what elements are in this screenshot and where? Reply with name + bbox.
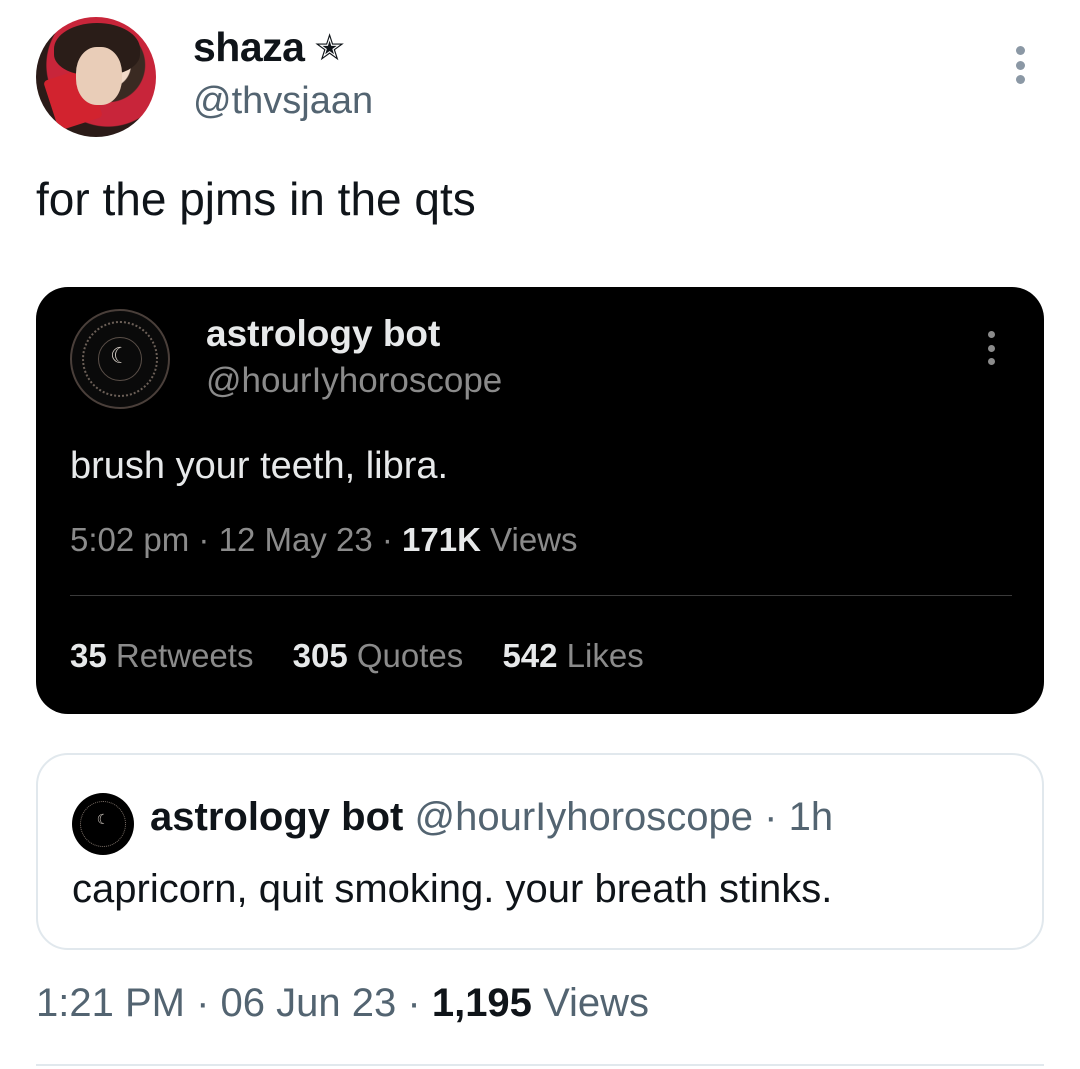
avatar-face-shape [76, 47, 122, 105]
bottom-divider [36, 1064, 1044, 1066]
media-stats: 35 Retweets 305 Quotes 542 Likes [70, 637, 674, 675]
quoted-author-handle: @hourIyhoroscope [414, 795, 754, 839]
star-icon: ✭ [314, 26, 345, 68]
tweet-media-image[interactable]: ☾ astrology bot @hourIyhoroscope brush y… [36, 287, 1044, 714]
media-tweet-text: brush your teeth, libra. [70, 445, 449, 487]
media-views-count: 171K [402, 521, 481, 558]
media-stat-quotes: 305 Quotes [292, 637, 464, 674]
quoted-avatar: ☾ [72, 793, 134, 855]
tweet-meta: 1:21 PM · 06 Jun 23 · 1,195 Views [36, 981, 650, 1025]
media-divider [70, 595, 1012, 596]
tweet-date[interactable]: 06 Jun 23 [221, 981, 397, 1025]
tweet-views-count[interactable]: 1,195 [432, 981, 532, 1025]
media-author-handle: @hourIyhoroscope [206, 361, 503, 400]
tweet-views-label[interactable]: Views [543, 981, 649, 1025]
author-avatar[interactable] [36, 17, 156, 137]
media-stat-likes: 542 Likes [502, 637, 644, 674]
quoted-header: astrology bot @hourIyhoroscope · 1h [150, 795, 834, 839]
media-author-name: astrology bot [206, 313, 441, 354]
media-views-label: Views [490, 521, 578, 558]
media-time: 5:02 pm [70, 521, 190, 558]
author-name-row: shaza ✭ [193, 24, 345, 71]
more-options-icon[interactable] [1014, 46, 1026, 84]
quoted-tweet-card[interactable]: ☾ astrology bot @hourIyhoroscope · 1h ca… [36, 753, 1044, 950]
moon-icon: ☾ [96, 812, 110, 828]
tweet-time[interactable]: 1:21 PM [36, 981, 185, 1025]
moon-icon: ☾ [110, 344, 130, 369]
media-tweet-meta: 5:02 pm · 12 May 23 · 171K Views [70, 521, 578, 558]
quoted-time-ago: 1h [788, 795, 834, 839]
author-display-name[interactable]: shaza [193, 24, 305, 71]
media-more-icon [986, 331, 996, 365]
quoted-tweet-text: capricorn, quit smoking. your breath sti… [72, 867, 833, 911]
author-handle[interactable]: @thvsjaan [193, 80, 373, 123]
quoted-author-name: astrology bot [150, 795, 404, 839]
media-stat-retweets: 35 Retweets [70, 637, 254, 674]
media-date: 12 May 23 [218, 521, 373, 558]
media-avatar: ☾ [70, 309, 170, 409]
tweet-text: for the pjms in the qts [36, 173, 476, 225]
